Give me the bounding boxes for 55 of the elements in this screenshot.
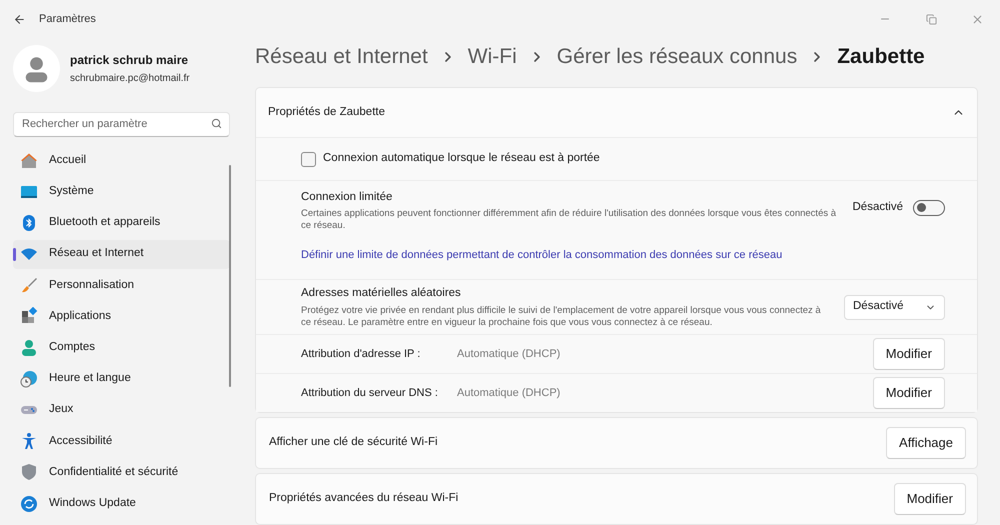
- apps-icon: [20, 307, 38, 326]
- setting-description: Protégez votre vie privée en rendant plus difficile le suivi de l'emplacement de votre appareil lorsque vous vous connectez à ce réseau. Le paramètre entre en vigueur la prochaine fois que vous vous connectez à ce réseau.: [301, 304, 822, 329]
- show-button[interactable]: Affichage: [886, 427, 966, 459]
- setting-value: Automatique (DHCP): [457, 386, 560, 401]
- nav-item[interactable]: Personnalisation: [13, 270, 230, 300]
- restore-icon: [926, 14, 936, 24]
- setting-label: Attribution du serveur DNS :: [301, 386, 439, 401]
- close-icon: [970, 12, 984, 26]
- setting-title: Adresses matérielles aléatoires: [301, 286, 462, 302]
- setting-title: Connexion limitée: [301, 190, 394, 205]
- avatar-icon: [13, 45, 60, 92]
- nav-item[interactable]: Windows Update: [13, 489, 230, 518]
- search-field[interactable]: Rechercher un paramètre: [13, 112, 230, 136]
- setting-value: Automatique (DHCP): [457, 346, 560, 362]
- home-icon: [20, 152, 38, 170]
- breadcrumb-link[interactable]: Gérer les réseaux connus: [556, 40, 798, 72]
- modify-button[interactable]: Modifier: [872, 338, 945, 370]
- search-icon: [211, 118, 222, 129]
- nav-item[interactable]: Accessibilité: [13, 426, 230, 456]
- person-icon: [20, 338, 38, 357]
- nav-item[interactable]: Réseau et Internet: [13, 240, 230, 269]
- bluetooth-icon: [20, 214, 38, 232]
- dropdown[interactable]: Désactivé: [844, 294, 945, 320]
- toggle-switch[interactable]: [913, 200, 945, 216]
- paintbrush-icon: [20, 276, 38, 294]
- page-title: Zaubette: [837, 44, 925, 70]
- data-limit-link[interactable]: Définir une limite de données permettant de contrôler la consommation des données sur ce réseau: [301, 247, 782, 264]
- setting-label: Attribution d'adresse IP :: [301, 346, 422, 362]
- shield-icon: [20, 463, 38, 482]
- back-icon[interactable]: [13, 12, 26, 26]
- account-email: schrubmaire.pc@hotmail.fr: [70, 72, 190, 86]
- properties-header[interactable]: Propriétés de Zaubette: [256, 88, 977, 137]
- sync-icon: [20, 494, 38, 513]
- nav-item[interactable]: Heure et langue: [13, 364, 230, 394]
- setting-description: Certaines applications peuvent fonctionner différemment afin de réduire l'utilisation des données lorsque vous êtes connectés à ce réseau.: [301, 208, 838, 232]
- nav-item[interactable]: Applications: [13, 302, 230, 331]
- nav-item[interactable]: Accueil: [13, 146, 230, 175]
- breadcrumb-link[interactable]: Réseau et Internet: [255, 40, 428, 72]
- nav-item[interactable]: Comptes: [13, 333, 230, 362]
- nav-item[interactable]: Confidentialité et sécurité: [13, 458, 230, 487]
- nav-item[interactable]: Bluetooth et appareils: [13, 208, 230, 238]
- checkbox-label: Connexion automatique lorsque le réseau est à portée: [323, 151, 600, 166]
- modify-button[interactable]: Modifier: [872, 377, 945, 409]
- account-name: patrick schrub maire: [70, 52, 190, 69]
- accessibility-icon: [20, 432, 38, 450]
- nav-item[interactable]: Jeux: [13, 396, 230, 424]
- checkbox[interactable]: [301, 152, 316, 166]
- setting-label: Afficher une clé de sécurité Wi-Fi: [269, 435, 438, 450]
- breadcrumb-link[interactable]: Wi-Fi: [468, 40, 517, 72]
- modify-button[interactable]: Modifier: [894, 483, 966, 515]
- nav-item[interactable]: Système: [13, 177, 230, 206]
- toggle-state: Désactivé: [852, 200, 903, 215]
- window-title: Paramètres: [39, 12, 96, 27]
- globe-clock-icon: [20, 370, 38, 388]
- setting-label: Propriétés avancées du réseau Wi-Fi: [269, 491, 458, 506]
